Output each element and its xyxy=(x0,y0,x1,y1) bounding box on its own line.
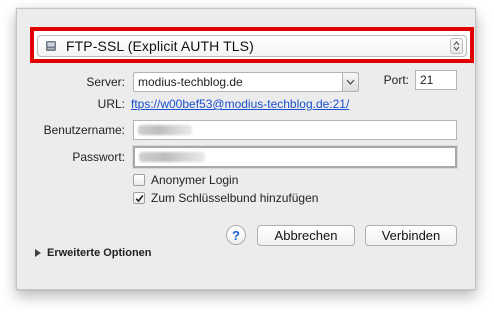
redacted-username xyxy=(138,125,192,135)
server-value[interactable]: modius-techblog.de xyxy=(138,75,243,89)
disclosure-triangle-icon[interactable] xyxy=(35,249,41,257)
help-button[interactable]: ? xyxy=(226,225,246,245)
protocol-highlight: FTP-SSL (Explicit AUTH TLS) xyxy=(30,27,474,63)
cancel-label: Abbrechen xyxy=(274,228,338,243)
port-label: Port: xyxy=(383,73,409,87)
keychain-option[interactable]: Zum Schlüsselbund hinzufügen xyxy=(133,191,318,205)
advanced-options-toggle[interactable]: Erweiterte Optionen xyxy=(35,247,152,259)
keychain-label[interactable]: Zum Schlüsselbund hinzufügen xyxy=(151,191,318,205)
port-field[interactable]: 21 xyxy=(415,70,457,90)
protocol-select[interactable]: FTP-SSL (Explicit AUTH TLS) xyxy=(37,35,467,57)
url-label: URL: xyxy=(97,97,125,111)
connect-button[interactable]: Verbinden xyxy=(365,225,457,246)
server-combobox[interactable]: modius-techblog.de xyxy=(133,72,359,92)
connection-dialog: FTP-SSL (Explicit AUTH TLS) Server: modi… xyxy=(16,8,476,290)
password-label: Passwort: xyxy=(72,150,125,164)
help-label: ? xyxy=(232,227,240,243)
anonymous-login-option[interactable]: Anonymer Login xyxy=(133,173,238,187)
connect-label: Verbinden xyxy=(381,228,441,243)
protocol-label: FTP-SSL (Explicit AUTH TLS) xyxy=(66,38,254,54)
advanced-options-label[interactable]: Erweiterte Optionen xyxy=(47,247,152,259)
username-label: Benutzername: xyxy=(43,123,125,137)
anonymous-login-label[interactable]: Anonymer Login xyxy=(151,173,238,187)
checkmark-icon xyxy=(135,194,143,202)
redacted-password xyxy=(139,152,205,162)
username-field[interactable] xyxy=(133,120,457,140)
keychain-checkbox[interactable] xyxy=(133,192,145,204)
port-value[interactable]: 21 xyxy=(420,73,433,87)
url-link[interactable]: ftps://w00bef53@modius-techblog.de:21/ xyxy=(131,97,349,111)
drive-icon xyxy=(46,41,56,51)
password-field[interactable] xyxy=(133,146,457,168)
chevron-down-icon[interactable] xyxy=(342,72,359,92)
updown-icon[interactable] xyxy=(450,38,463,54)
server-label: Server: xyxy=(86,75,125,89)
anonymous-login-checkbox[interactable] xyxy=(133,174,145,186)
cancel-button[interactable]: Abbrechen xyxy=(257,225,355,246)
